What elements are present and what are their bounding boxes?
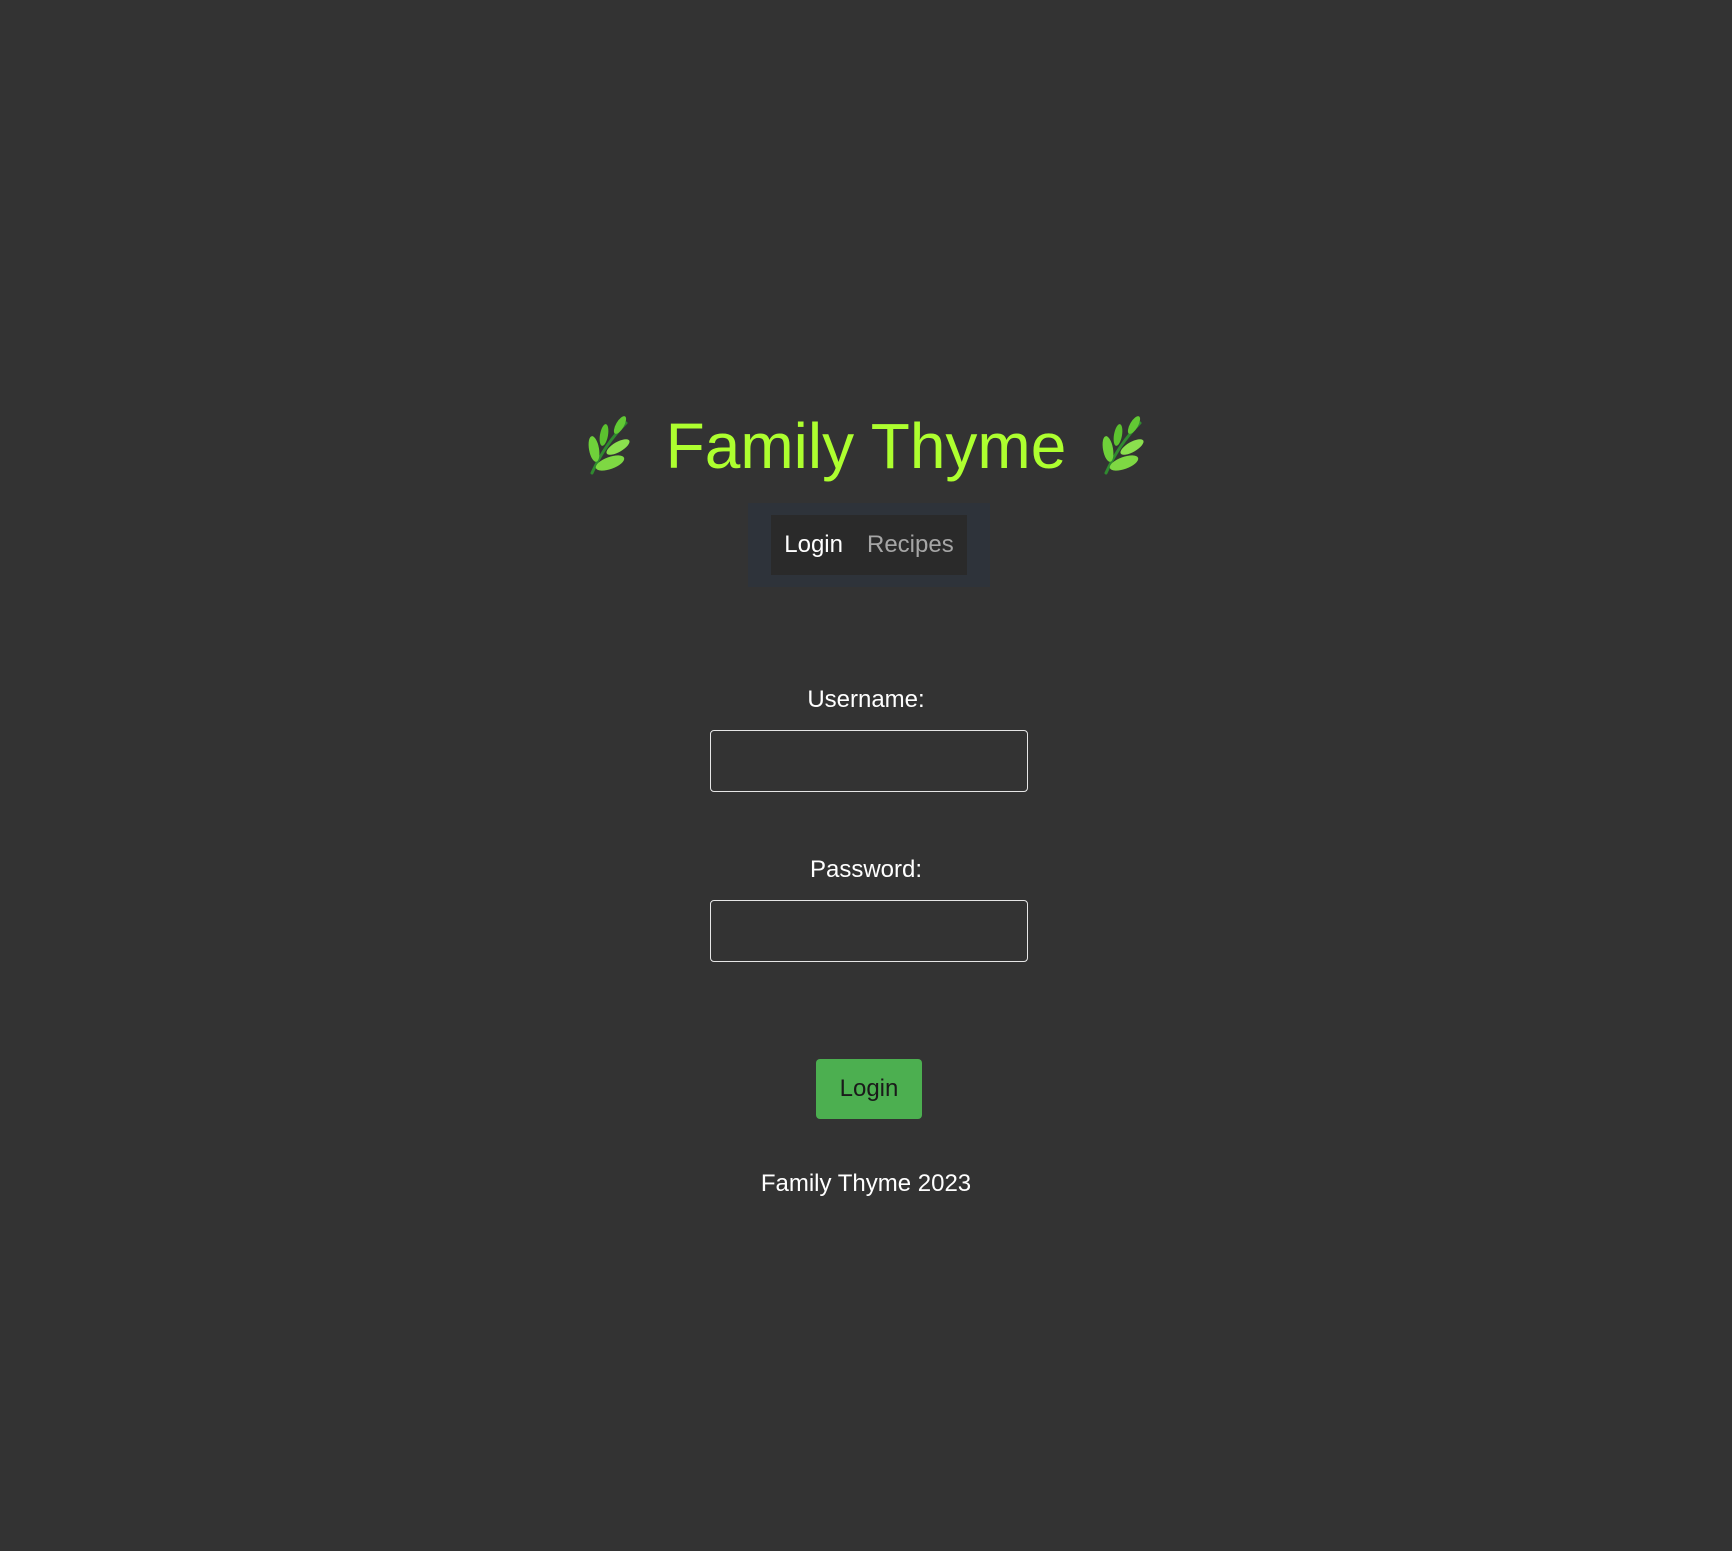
nav-link-login[interactable]: Login xyxy=(784,531,843,559)
password-input[interactable] xyxy=(710,900,1028,962)
login-page: Family Thyme Login Recipes Username: Pas… xyxy=(0,0,1732,1551)
nav-inner: Login Recipes xyxy=(771,515,967,575)
title-row: Family Thyme xyxy=(582,408,1151,484)
nav-link-recipes[interactable]: Recipes xyxy=(867,531,954,559)
footer-text: Family Thyme 2023 xyxy=(760,1170,972,1197)
main-nav: Login Recipes xyxy=(748,503,990,587)
herb-icon xyxy=(582,415,636,477)
username-input[interactable] xyxy=(710,730,1028,792)
herb-icon xyxy=(1096,415,1150,477)
site-header: Family Thyme xyxy=(0,408,1732,484)
password-label: Password: xyxy=(809,856,923,883)
login-button[interactable]: Login xyxy=(816,1059,922,1119)
page-title: Family Thyme xyxy=(665,410,1067,482)
username-label: Username: xyxy=(807,686,925,713)
